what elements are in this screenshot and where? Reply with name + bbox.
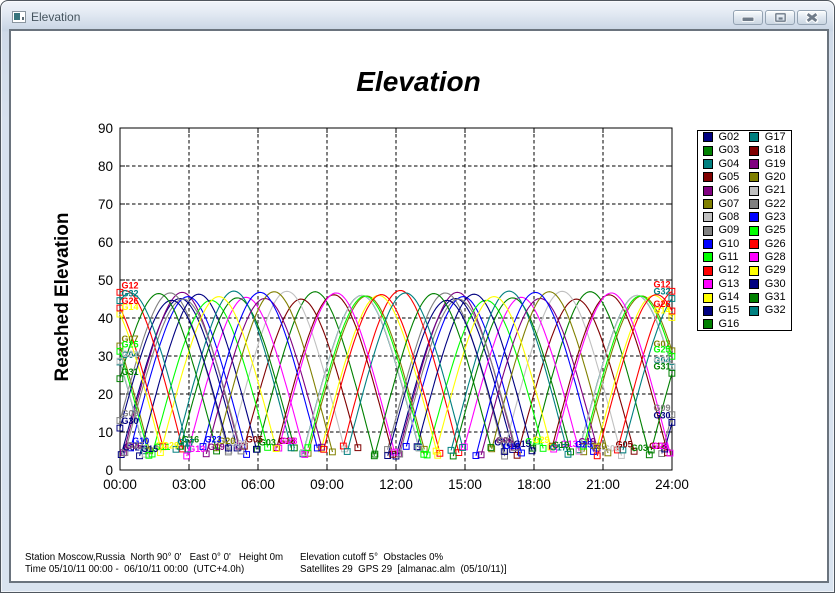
svg-text:G22: G22	[497, 436, 514, 446]
svg-text:G15: G15	[141, 444, 158, 454]
svg-text:G03: G03	[631, 443, 648, 453]
svg-text:G32: G32	[122, 289, 139, 299]
svg-text:G31: G31	[122, 367, 139, 377]
svg-text:G26: G26	[653, 299, 670, 309]
svg-text:G17: G17	[178, 437, 195, 447]
svg-text:G31: G31	[653, 361, 670, 371]
svg-text:G21: G21	[122, 349, 139, 359]
svg-text:G30: G30	[122, 416, 139, 426]
svg-text:G23: G23	[205, 435, 222, 445]
svg-text:G29: G29	[162, 441, 179, 451]
svg-text:G25: G25	[122, 339, 139, 349]
svg-text:G22: G22	[127, 441, 144, 451]
svg-text:G23: G23	[575, 440, 592, 450]
svg-text:G25: G25	[653, 344, 670, 354]
svg-text:G32: G32	[653, 287, 670, 297]
svg-text:G28: G28	[652, 441, 669, 451]
svg-text:G29: G29	[532, 435, 549, 445]
svg-text:G28: G28	[280, 436, 297, 446]
svg-text:G30: G30	[653, 411, 670, 421]
svg-text:G05: G05	[246, 434, 263, 444]
svg-text:G15: G15	[514, 439, 531, 449]
svg-text:G17: G17	[550, 442, 567, 452]
